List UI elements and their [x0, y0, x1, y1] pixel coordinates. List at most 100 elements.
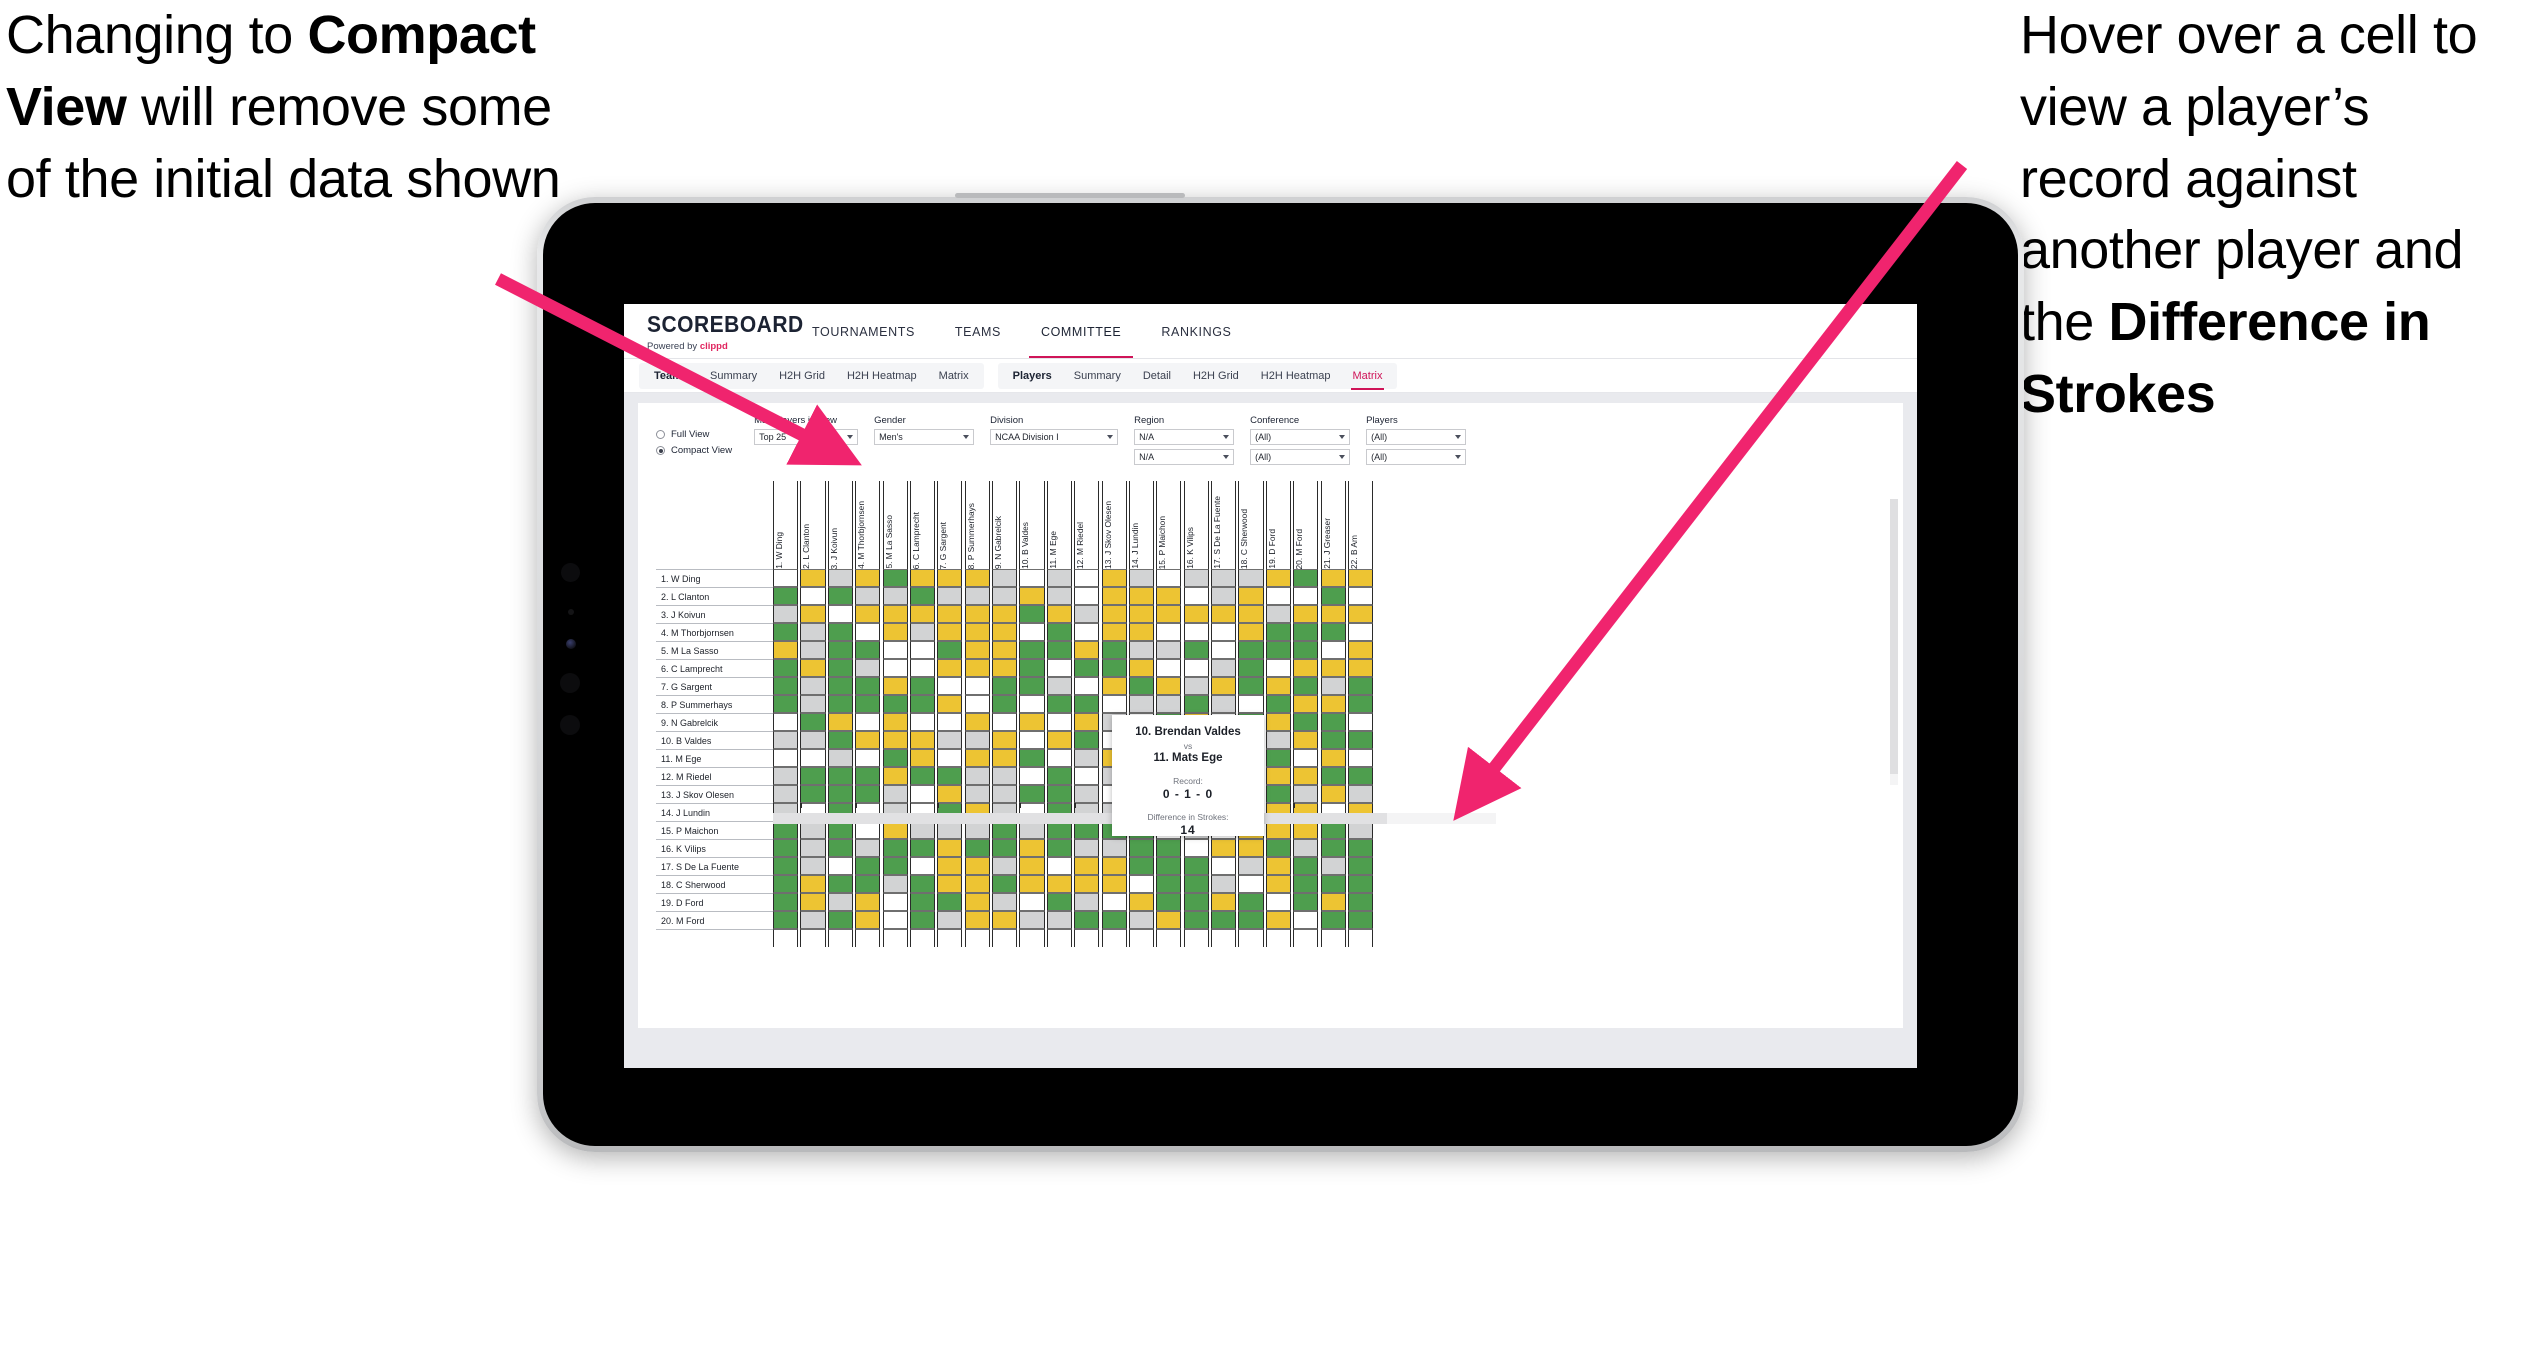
matrix-cell[interactable] — [1019, 785, 1045, 803]
matrix-cell[interactable] — [855, 695, 881, 713]
matrix-cell[interactable] — [909, 893, 936, 911]
matrix-cell[interactable] — [827, 677, 853, 695]
matrix-cell[interactable] — [1019, 767, 1045, 785]
matrix-cell[interactable] — [1293, 731, 1319, 749]
matrix-cell[interactable] — [937, 569, 963, 587]
matrix-cell[interactable] — [937, 857, 963, 875]
matrix-cell[interactable] — [1074, 605, 1100, 623]
matrix-cell[interactable] — [855, 677, 881, 695]
matrix-cell[interactable] — [1293, 677, 1319, 695]
horizontal-scrollbar-thumb[interactable] — [773, 813, 1387, 824]
matrix-cell[interactable] — [1183, 569, 1209, 587]
matrix-cell[interactable] — [1046, 713, 1072, 731]
matrix-cell[interactable] — [1265, 731, 1291, 749]
matrix-cell[interactable] — [1156, 623, 1182, 641]
matrix-cell[interactable] — [800, 623, 826, 641]
matrix-row-label[interactable]: 11. M Ege — [656, 749, 773, 767]
matrix-cell[interactable] — [1265, 587, 1291, 605]
matrix-cell[interactable] — [882, 623, 908, 641]
matrix-cell[interactable] — [937, 641, 963, 659]
matrix-cell[interactable] — [937, 587, 963, 605]
matrix-cell[interactable] — [1211, 893, 1237, 911]
matrix-cell[interactable] — [882, 731, 908, 749]
matrix-cell[interactable] — [882, 767, 908, 785]
matrix-cell[interactable] — [800, 911, 826, 929]
matrix-cell[interactable] — [1347, 605, 1374, 623]
filter-select-division[interactable]: NCAA Division I — [990, 429, 1119, 445]
matrix-cell[interactable] — [909, 857, 936, 875]
matrix-cell[interactable] — [909, 731, 936, 749]
matrix-cell[interactable] — [1046, 605, 1072, 623]
radio-full-view[interactable]: Full View — [656, 429, 732, 440]
matrix-cell[interactable] — [1238, 911, 1264, 929]
matrix-cell[interactable] — [855, 731, 881, 749]
matrix-cell[interactable] — [1046, 659, 1072, 677]
subnav-players-head[interactable]: Players — [1002, 363, 1063, 389]
matrix-cell[interactable] — [964, 839, 990, 857]
matrix-cell[interactable] — [855, 893, 881, 911]
matrix-cell[interactable] — [1101, 695, 1127, 713]
matrix-cell[interactable] — [992, 677, 1018, 695]
matrix-cell[interactable] — [1128, 623, 1155, 641]
matrix-cell[interactable] — [800, 569, 826, 587]
matrix-cell[interactable] — [1347, 569, 1374, 587]
matrix-cell[interactable] — [800, 713, 826, 731]
matrix-cell[interactable] — [800, 767, 826, 785]
matrix-cell[interactable] — [1074, 569, 1100, 587]
matrix-cell[interactable] — [1074, 857, 1100, 875]
matrix-cell[interactable] — [882, 695, 908, 713]
matrix-cell[interactable] — [1320, 623, 1346, 641]
matrix-cell[interactable] — [773, 785, 799, 803]
matrix-cell[interactable] — [800, 587, 826, 605]
subnav-teams-matrix[interactable]: Matrix — [928, 363, 980, 389]
filter-select-max-players[interactable]: Top 25 — [754, 429, 859, 445]
matrix-cell[interactable] — [992, 767, 1018, 785]
matrix-cell[interactable] — [964, 677, 990, 695]
topnav-teams[interactable]: TEAMS — [935, 304, 1021, 359]
matrix-col-header[interactable]: 14. J Lundin — [1128, 481, 1155, 569]
matrix-cell[interactable] — [937, 605, 963, 623]
matrix-cell[interactable] — [1074, 659, 1100, 677]
matrix-cell[interactable] — [827, 695, 853, 713]
matrix-cell[interactable] — [1320, 641, 1346, 659]
matrix-cell[interactable] — [1156, 605, 1182, 623]
matrix-cell[interactable] — [1046, 875, 1072, 893]
matrix-col-header[interactable]: 17. S De La Fuente — [1211, 481, 1237, 569]
matrix-cell[interactable] — [1347, 587, 1374, 605]
matrix-cell[interactable] — [1156, 839, 1182, 857]
matrix-cell[interactable] — [1320, 605, 1346, 623]
matrix-col-header[interactable]: 13. J Skov Olesen — [1101, 481, 1127, 569]
matrix-col-header[interactable]: 7. G Sargent — [937, 481, 963, 569]
matrix-cell[interactable] — [1238, 839, 1264, 857]
matrix-cell[interactable] — [1320, 767, 1346, 785]
matrix-cell[interactable] — [964, 695, 990, 713]
matrix-cell[interactable] — [964, 587, 990, 605]
matrix-cell[interactable] — [992, 875, 1018, 893]
matrix-cell[interactable] — [855, 623, 881, 641]
matrix-cell[interactable] — [1046, 749, 1072, 767]
matrix-cell[interactable] — [1019, 677, 1045, 695]
matrix-cell[interactable] — [937, 713, 963, 731]
matrix-cell[interactable] — [1046, 839, 1072, 857]
matrix-cell[interactable] — [909, 839, 936, 857]
matrix-cell[interactable] — [1211, 569, 1237, 587]
matrix-cell[interactable] — [882, 569, 908, 587]
matrix-cell[interactable] — [992, 857, 1018, 875]
subnav-players-matrix[interactable]: Matrix — [1342, 363, 1394, 390]
matrix-cell[interactable] — [1128, 659, 1155, 677]
matrix-cell[interactable] — [1347, 785, 1374, 803]
matrix-cell[interactable] — [1211, 605, 1237, 623]
matrix-row-label[interactable]: 13. J Skov Olesen — [656, 785, 773, 803]
matrix-cell[interactable] — [1046, 785, 1072, 803]
matrix-cell[interactable] — [964, 623, 990, 641]
matrix-cell[interactable] — [800, 605, 826, 623]
matrix-cell[interactable] — [1347, 839, 1374, 857]
matrix-cell[interactable] — [1074, 695, 1100, 713]
matrix-cell[interactable] — [1101, 857, 1127, 875]
matrix-col-header[interactable]: 8. P Summerhays — [964, 481, 990, 569]
subnav-players-h2h-heatmap[interactable]: H2H Heatmap — [1250, 363, 1342, 389]
subnav-teams-h2h-heatmap[interactable]: H2H Heatmap — [836, 363, 928, 389]
matrix-cell[interactable] — [1074, 641, 1100, 659]
matrix-cell[interactable] — [992, 749, 1018, 767]
matrix-cell[interactable] — [1183, 893, 1209, 911]
